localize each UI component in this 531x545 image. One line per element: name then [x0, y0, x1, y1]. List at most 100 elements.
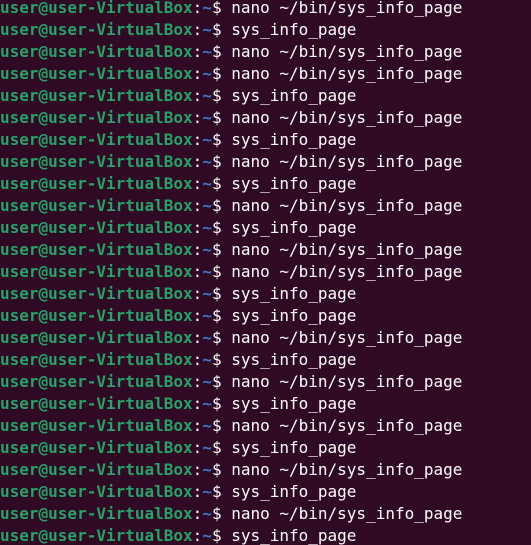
prompt-user-host: user@user-VirtualBox [0, 284, 193, 303]
terminal-line: user@user-VirtualBox:~$ sys_info_page [0, 305, 462, 327]
prompt-separator: : [192, 328, 203, 347]
terminal-line: user@user-VirtualBox:~$ sys_info_page [0, 525, 462, 545]
prompt-user-host: user@user-VirtualBox [0, 130, 193, 149]
prompt-user-host: user@user-VirtualBox [0, 64, 193, 83]
prompt-user-host: user@user-VirtualBox [0, 306, 193, 325]
command-text: sys_info_page [231, 306, 357, 325]
prompt-user-host: user@user-VirtualBox [0, 218, 193, 237]
prompt-user-host: user@user-VirtualBox [0, 460, 193, 479]
prompt-path: ~ [202, 86, 212, 105]
command-text: nano ~/bin/sys_info_page [231, 108, 463, 127]
prompt-symbol: $ [211, 108, 232, 127]
prompt-separator: : [192, 196, 203, 215]
prompt-separator: : [192, 438, 203, 457]
terminal-history: user@user-VirtualBox:~$ nano ~/bin/sys_i… [0, 0, 462, 545]
prompt-separator: : [192, 86, 203, 105]
command-text: nano ~/bin/sys_info_page [231, 372, 463, 391]
prompt-user-host: user@user-VirtualBox [0, 438, 193, 457]
terminal-line: user@user-VirtualBox:~$ sys_info_page [0, 437, 462, 459]
prompt-path: ~ [202, 262, 212, 281]
prompt-symbol: $ [211, 350, 232, 369]
prompt-user-host: user@user-VirtualBox [0, 42, 193, 61]
terminal-window[interactable]: user@user-VirtualBox:~$ nano ~/bin/sys_i… [0, 0, 531, 545]
prompt-user-host: user@user-VirtualBox [0, 504, 193, 523]
command-text: nano ~/bin/sys_info_page [231, 42, 463, 61]
command-text: sys_info_page [231, 394, 357, 413]
prompt-path: ~ [202, 526, 212, 545]
prompt-user-host: user@user-VirtualBox [0, 86, 193, 105]
command-text: sys_info_page [231, 284, 357, 303]
command-text: nano ~/bin/sys_info_page [231, 0, 463, 17]
terminal-line: user@user-VirtualBox:~$ sys_info_page [0, 85, 462, 107]
prompt-user-host: user@user-VirtualBox [0, 416, 193, 435]
prompt-separator: : [192, 482, 203, 501]
terminal-line: user@user-VirtualBox:~$ nano ~/bin/sys_i… [0, 63, 462, 85]
command-text: sys_info_page [231, 86, 357, 105]
prompt-symbol: $ [211, 196, 232, 215]
terminal-line: user@user-VirtualBox:~$ nano ~/bin/sys_i… [0, 371, 462, 393]
prompt-user-host: user@user-VirtualBox [0, 328, 193, 347]
prompt-separator: : [192, 460, 203, 479]
terminal-line: user@user-VirtualBox:~$ sys_info_page [0, 173, 462, 195]
prompt-separator: : [192, 42, 203, 61]
prompt-separator: : [192, 108, 203, 127]
command-text: sys_info_page [231, 350, 357, 369]
prompt-user-host: user@user-VirtualBox [0, 240, 193, 259]
prompt-symbol: $ [211, 152, 232, 171]
prompt-path: ~ [202, 350, 212, 369]
prompt-path: ~ [202, 20, 212, 39]
terminal-line: user@user-VirtualBox:~$ nano ~/bin/sys_i… [0, 107, 462, 129]
prompt-user-host: user@user-VirtualBox [0, 108, 193, 127]
terminal-line: user@user-VirtualBox:~$ nano ~/bin/sys_i… [0, 239, 462, 261]
terminal-line: user@user-VirtualBox:~$ sys_info_page [0, 283, 462, 305]
prompt-separator: : [192, 306, 203, 325]
prompt-symbol: $ [211, 42, 232, 61]
prompt-path: ~ [202, 42, 212, 61]
prompt-symbol: $ [211, 20, 232, 39]
prompt-separator: : [192, 218, 203, 237]
prompt-symbol: $ [211, 86, 232, 105]
command-text: nano ~/bin/sys_info_page [231, 328, 463, 347]
command-text: sys_info_page [231, 218, 357, 237]
prompt-path: ~ [202, 240, 212, 259]
prompt-separator: : [192, 372, 203, 391]
prompt-path: ~ [202, 504, 212, 523]
terminal-line: user@user-VirtualBox:~$ nano ~/bin/sys_i… [0, 415, 462, 437]
prompt-symbol: $ [211, 262, 232, 281]
prompt-separator: : [192, 240, 203, 259]
prompt-user-host: user@user-VirtualBox [0, 350, 193, 369]
terminal-line: user@user-VirtualBox:~$ nano ~/bin/sys_i… [0, 459, 462, 481]
prompt-symbol: $ [211, 328, 232, 347]
command-text: nano ~/bin/sys_info_page [231, 64, 463, 83]
prompt-path: ~ [202, 218, 212, 237]
prompt-user-host: user@user-VirtualBox [0, 0, 193, 17]
prompt-symbol: $ [211, 240, 232, 259]
prompt-path: ~ [202, 328, 212, 347]
prompt-path: ~ [202, 130, 212, 149]
command-text: sys_info_page [231, 130, 357, 149]
prompt-path: ~ [202, 438, 212, 457]
terminal-line: user@user-VirtualBox:~$ nano ~/bin/sys_i… [0, 0, 462, 19]
prompt-symbol: $ [211, 174, 232, 193]
prompt-separator: : [192, 64, 203, 83]
prompt-symbol: $ [211, 0, 232, 17]
command-text: nano ~/bin/sys_info_page [231, 196, 463, 215]
prompt-symbol: $ [211, 438, 232, 457]
prompt-symbol: $ [211, 460, 232, 479]
terminal-line: user@user-VirtualBox:~$ sys_info_page [0, 19, 462, 41]
prompt-separator: : [192, 526, 203, 545]
prompt-separator: : [192, 262, 203, 281]
prompt-path: ~ [202, 152, 212, 171]
prompt-path: ~ [202, 394, 212, 413]
prompt-user-host: user@user-VirtualBox [0, 196, 193, 215]
command-text: nano ~/bin/sys_info_page [231, 504, 463, 523]
prompt-separator: : [192, 350, 203, 369]
command-text: nano ~/bin/sys_info_page [231, 240, 463, 259]
prompt-symbol: $ [211, 526, 232, 545]
prompt-separator: : [192, 504, 203, 523]
prompt-symbol: $ [211, 64, 232, 83]
prompt-path: ~ [202, 416, 212, 435]
command-text: sys_info_page [231, 482, 357, 501]
prompt-path: ~ [202, 460, 212, 479]
prompt-path: ~ [202, 64, 212, 83]
